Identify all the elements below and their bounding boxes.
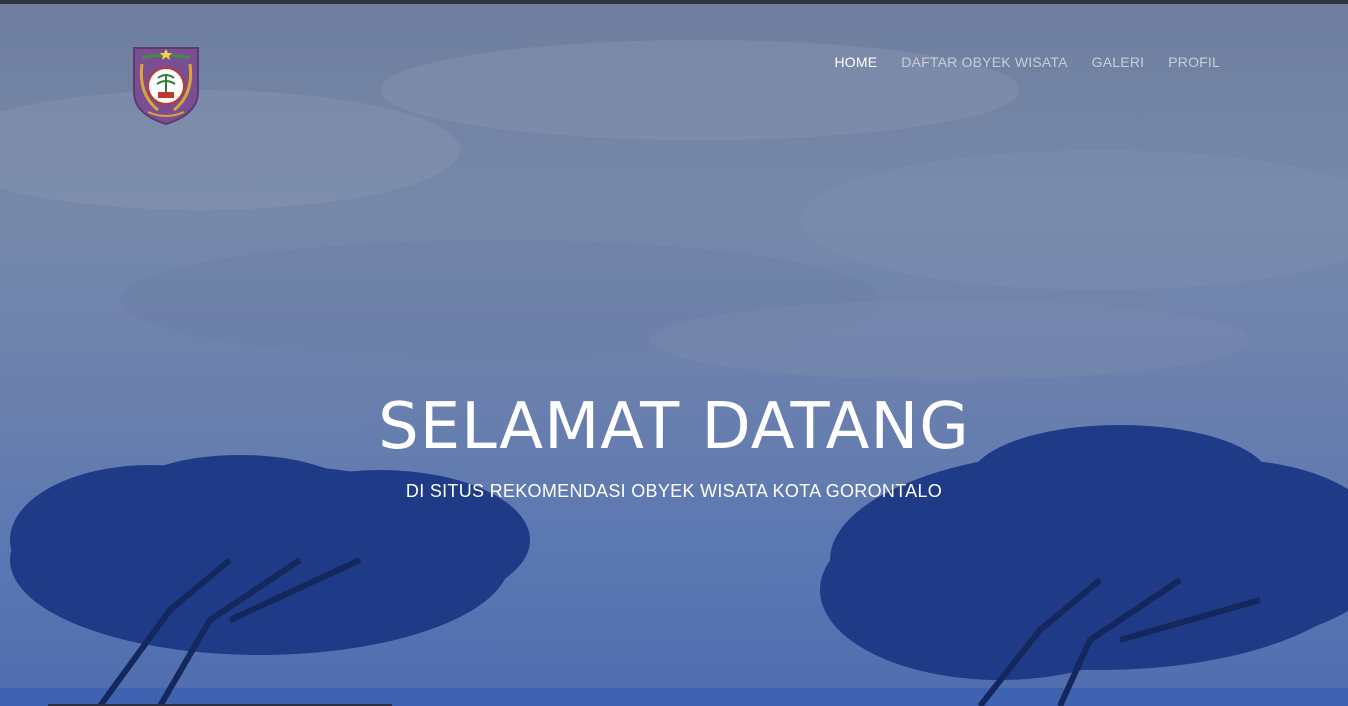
site-logo[interactable] — [128, 44, 204, 126]
main-nav: HOME DAFTAR OBYEK WISATA GALERI PROFIL — [834, 52, 1220, 72]
nav-item-home: HOME — [834, 52, 877, 72]
hero-subtitle: DI SITUS REKOMENDASI OBYEK WISATA KOTA G… — [405, 481, 943, 501]
nav-item-galeri: GALERI — [1092, 52, 1145, 72]
gorontalo-emblem-icon — [133, 47, 199, 126]
nav-item-profil: PROFIL — [1168, 52, 1220, 72]
nav-item-daftar-obyek-wisata: DAFTAR OBYEK WISATA — [901, 52, 1067, 72]
nav-link-daftar-obyek-wisata[interactable]: DAFTAR OBYEK WISATA — [901, 52, 1067, 72]
nav-link-profil[interactable]: PROFIL — [1168, 52, 1220, 72]
hero-title: SELAMAT DATANG — [378, 390, 970, 464]
nav-link-home[interactable]: HOME — [834, 52, 877, 72]
top-edge-bar — [0, 0, 1348, 4]
nav-link-galeri[interactable]: GALERI — [1092, 52, 1145, 72]
